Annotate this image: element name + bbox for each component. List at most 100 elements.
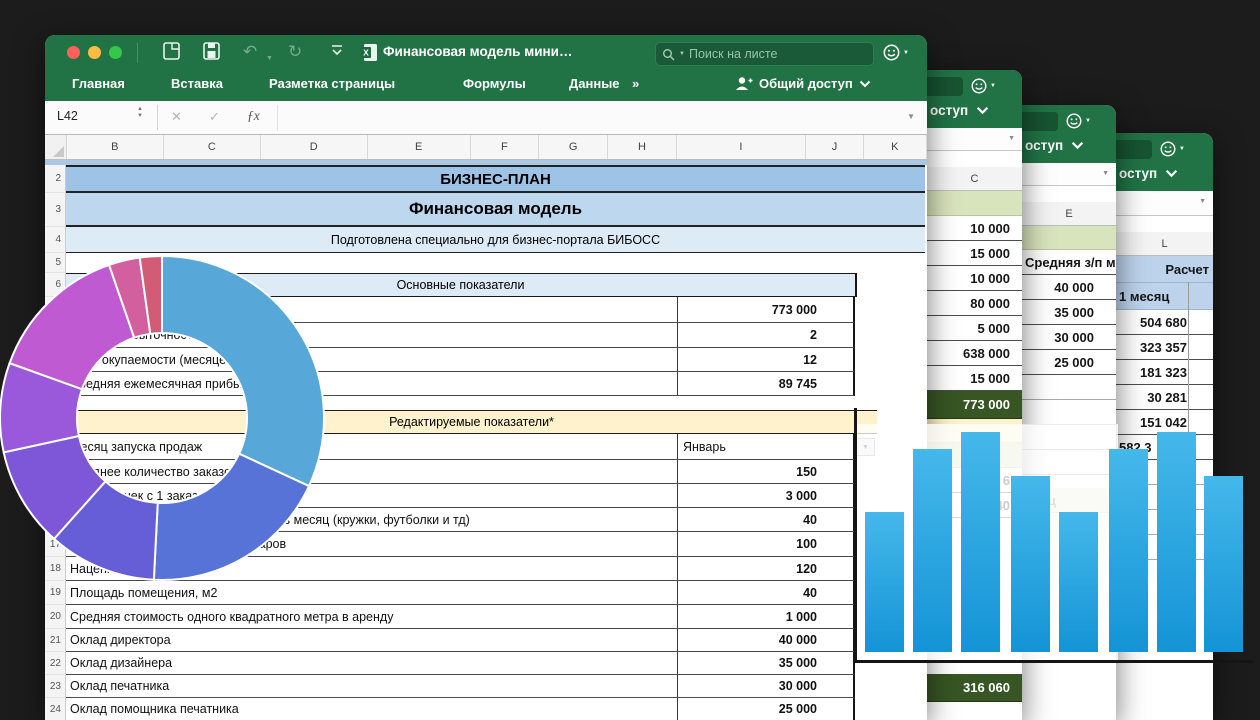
cell-value-r19[interactable]: 40: [678, 581, 855, 605]
mini-cell[interactable]: 316 060: [927, 674, 1022, 702]
column-header-I[interactable]: I: [677, 135, 807, 159]
mini-cell[interactable]: 504 680: [1116, 310, 1213, 335]
cell-label-r20[interactable]: Средняя стоимость одного квадратного мет…: [66, 605, 678, 629]
cell-value-r22[interactable]: 35 000: [678, 652, 855, 675]
mini-cell[interactable]: 30 281: [1116, 385, 1213, 410]
cancel-icon[interactable]: ✕: [171, 109, 182, 125]
mini-cell[interactable]: 1 месяц: [1116, 283, 1213, 310]
cell-label-r23[interactable]: Оклад печатника: [66, 675, 678, 698]
mini-cell[interactable]: L: [1116, 232, 1213, 256]
row-header-4[interactable]: 4: [45, 227, 66, 253]
cell-value-r8[interactable]: 2: [678, 323, 855, 348]
ribbon-tab-6[interactable]: »: [632, 76, 639, 91]
mini-cell[interactable]: E: [1022, 202, 1116, 226]
mini-cell[interactable]: 181 323: [1116, 360, 1213, 385]
mini-cell[interactable]: 80 000: [927, 291, 1022, 316]
column-header-B[interactable]: B: [67, 135, 164, 159]
row-header-2[interactable]: 2: [45, 165, 66, 193]
formula-bar-expand-icon[interactable]: ▼: [907, 112, 915, 121]
enter-icon[interactable]: ✓: [209, 109, 220, 125]
formula-bar-expand-icon[interactable]: ▼: [1199, 198, 1206, 205]
mini-cell[interactable]: 15 000: [927, 366, 1022, 391]
row-header-19[interactable]: 19: [45, 581, 66, 605]
feedback-smiley-button[interactable]: ▼: [883, 44, 909, 61]
column-header-J[interactable]: J: [806, 135, 863, 159]
cell-value-r17[interactable]: 100: [678, 532, 855, 557]
cell-value-r23[interactable]: 30 000: [678, 675, 855, 698]
cell-value-r7[interactable]: 773 000: [678, 297, 855, 323]
ribbon-collapse-icon[interactable]: [330, 41, 344, 65]
ribbon-tab-1[interactable]: Главная: [72, 76, 125, 91]
cell-label-r19[interactable]: Площадь помещения, м2: [66, 581, 678, 605]
column-header-H[interactable]: H: [608, 135, 676, 159]
feedback-smiley-button[interactable]: ▼: [1160, 141, 1185, 157]
column-header-G[interactable]: G: [539, 135, 608, 159]
mini-cell[interactable]: [1022, 375, 1116, 400]
feedback-smiley-button[interactable]: ▼: [971, 78, 996, 94]
minimize-button[interactable]: [88, 46, 101, 59]
share-button[interactable]: Общий доступ: [735, 76, 871, 91]
row-header-20[interactable]: 20: [45, 605, 66, 629]
column-header-D[interactable]: D: [261, 135, 368, 159]
column-header-E[interactable]: E: [368, 135, 471, 159]
zoom-button[interactable]: [109, 46, 122, 59]
new-document-icon[interactable]: [163, 41, 180, 67]
mini-cell[interactable]: 35 000: [1022, 300, 1116, 325]
select-all-corner[interactable]: [45, 135, 67, 159]
row-header-3[interactable]: 3: [45, 193, 66, 227]
close-button[interactable]: [67, 46, 80, 59]
mini-cell[interactable]: [1022, 226, 1116, 250]
mini-cell[interactable]: [927, 191, 1022, 216]
undo-icon[interactable]: ↶: [243, 41, 257, 63]
mini-cell[interactable]: Средняя з/п м: [1022, 250, 1116, 275]
ribbon-tab-5[interactable]: Данные: [569, 76, 620, 91]
insert-function-icon[interactable]: ƒx: [247, 108, 260, 124]
mini-cell[interactable]: 30 000: [1022, 325, 1116, 350]
cell-title1[interactable]: БИЗНЕС-ПЛАН: [66, 165, 925, 193]
ribbon-tab-3[interactable]: Разметка страницы: [269, 76, 395, 91]
cell-title2[interactable]: Финансовая модель: [66, 193, 925, 227]
cell-value-r16[interactable]: 40: [678, 508, 855, 532]
mini-cell[interactable]: 638 000: [927, 341, 1022, 366]
undo-chevron-icon[interactable]: ▼: [266, 48, 273, 70]
search-input[interactable]: ▼ Поиск на листе: [655, 42, 874, 66]
redo-icon[interactable]: ↻: [288, 41, 302, 63]
name-box[interactable]: L42: [57, 109, 78, 123]
column-header-K[interactable]: K: [864, 135, 927, 159]
column-header-F[interactable]: F: [471, 135, 539, 159]
cell-value-r10[interactable]: 89 745: [678, 372, 855, 396]
mini-cell[interactable]: 10 000: [927, 216, 1022, 241]
cell-value-r24[interactable]: 25 000: [678, 698, 855, 720]
cell-subtitle[interactable]: Подготовлена специально для бизнес-порта…: [66, 227, 925, 253]
mini-cell[interactable]: 10 000: [927, 266, 1022, 291]
cell-value-r14[interactable]: 150: [678, 460, 855, 484]
column-header-C[interactable]: C: [164, 135, 261, 159]
name-box-stepper[interactable]: ▲▼: [137, 106, 143, 120]
cell-value-r13[interactable]: Январь: [678, 434, 855, 460]
row-header-23[interactable]: 23: [45, 675, 66, 698]
cell-value-r18[interactable]: 120: [678, 557, 855, 581]
mini-cell[interactable]: 323 357: [1116, 335, 1213, 360]
cell-label-r21[interactable]: Оклад директора: [66, 629, 678, 652]
mini-cell[interactable]: Расчет: [1116, 256, 1213, 283]
cell-value-r9[interactable]: 12: [678, 348, 855, 372]
share-button-fragment[interactable]: оступ: [1025, 138, 1084, 153]
ribbon-tab-4[interactable]: Формулы: [463, 76, 526, 91]
formula-bar-expand-icon[interactable]: ▼: [1008, 135, 1015, 142]
row-header-21[interactable]: 21: [45, 629, 66, 652]
formula-bar-expand-icon[interactable]: ▼: [1102, 170, 1109, 177]
cell-value-r20[interactable]: 1 000: [678, 605, 855, 629]
cell-value-r15[interactable]: 3 000: [678, 484, 855, 508]
cell-value-r21[interactable]: 40 000: [678, 629, 855, 652]
save-icon[interactable]: [203, 41, 220, 67]
share-button-fragment[interactable]: оступ: [930, 103, 989, 118]
share-button-fragment[interactable]: оступ: [1119, 166, 1178, 181]
feedback-smiley-button[interactable]: ▼: [1066, 113, 1091, 129]
mini-cell[interactable]: 40 000: [1022, 275, 1116, 300]
cell-label-r24[interactable]: Оклад помощника печатника: [66, 698, 678, 720]
mini-cell[interactable]: 5 000: [927, 316, 1022, 341]
mini-cell[interactable]: 25 000: [1022, 350, 1116, 375]
row-header-22[interactable]: 22: [45, 652, 66, 675]
mini-cell[interactable]: 15 000: [927, 241, 1022, 266]
row-header-24[interactable]: 24: [45, 698, 66, 720]
